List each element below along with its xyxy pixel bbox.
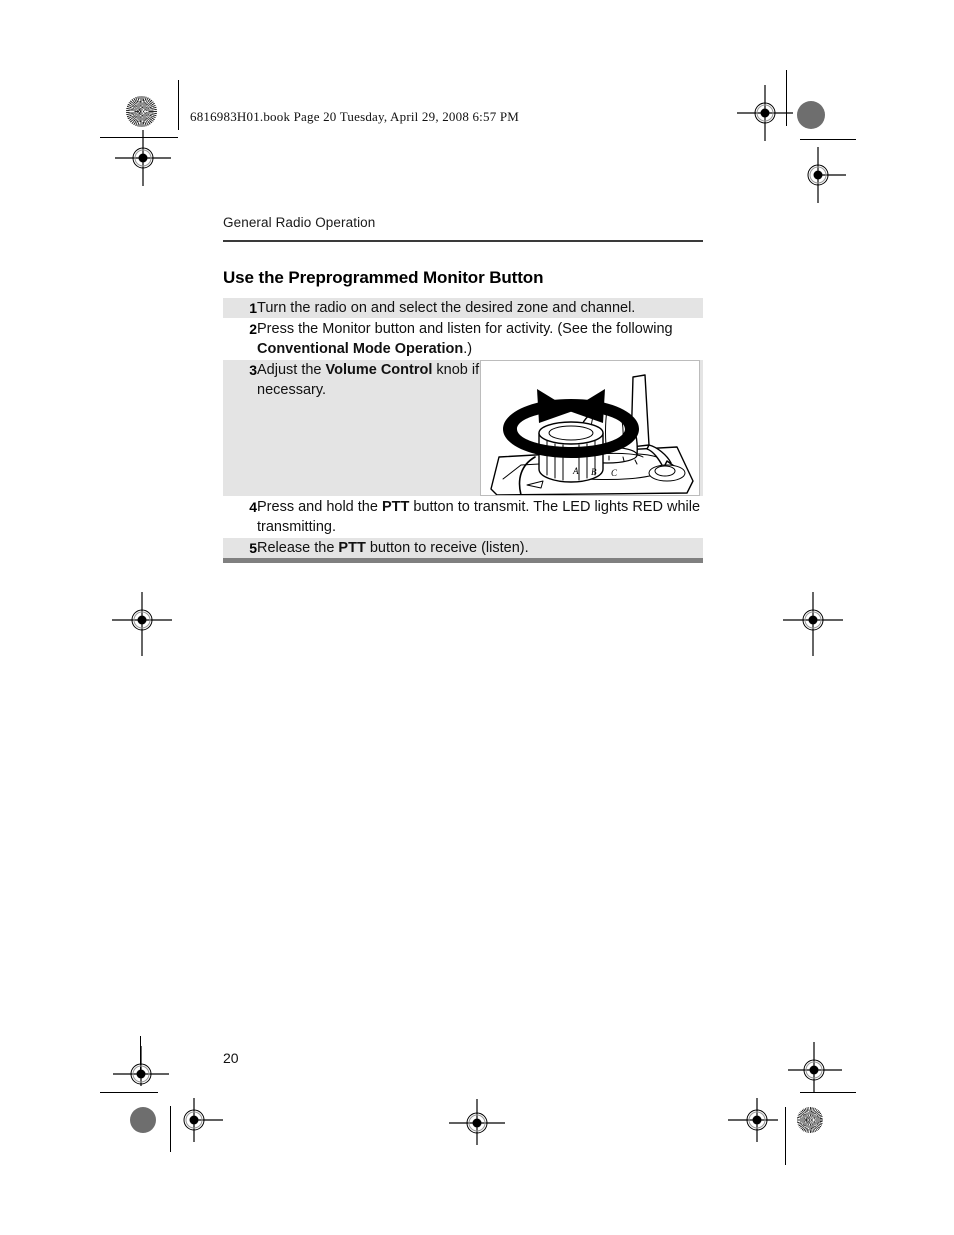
registration-target-bottom-left: [113, 1046, 169, 1086]
page-title: Use the Preprogrammed Monitor Button: [223, 268, 544, 287]
chassis-label-b: B: [591, 467, 597, 477]
procedure-step-row: 2 Press the Monitor button and listen for…: [223, 318, 703, 360]
step-number: 2: [223, 318, 257, 360]
radio-volume-knob-illustration: A B C: [480, 360, 700, 496]
star-target-patch-top-right: [797, 101, 825, 129]
crop-line-bottom-right-horizontal: [800, 1092, 856, 1093]
crop-line-bottom-right-vertical: [785, 1107, 786, 1165]
body-text: button to receive (listen).: [365, 540, 529, 556]
registration-target-top-left: [115, 130, 171, 186]
crop-line-bottom-left-vertical-lower: [170, 1106, 171, 1152]
crop-line-top-right-vertical: [786, 70, 787, 126]
registration-target-mid-left: [112, 592, 172, 656]
body-text: Press and hold the: [257, 499, 382, 515]
chassis-label-a: A: [572, 466, 579, 476]
registration-target-bottom-right-lower: [728, 1098, 778, 1142]
body-text: .): [463, 341, 473, 357]
book-slug-line: 6816983H01.book Page 20 Tuesday, April 2…: [190, 109, 520, 124]
body-text: Release the: [257, 540, 339, 556]
registration-target-bottom-center: [449, 1099, 505, 1145]
step-number: 5: [223, 537, 257, 558]
body-text: Turn the radio on and select the desired…: [257, 300, 636, 316]
chassis-label-c: C: [611, 468, 618, 478]
star-target-patch-bottom-right: [797, 1107, 823, 1133]
running-head-rule: [223, 240, 703, 242]
procedure-step-row: 3 Adjust the Volume Control knob if neces…: [223, 359, 703, 497]
body-text: Adjust the: [257, 362, 326, 378]
procedure-step-row: 4 Press and hold the PTT button to transm…: [223, 496, 703, 538]
procedure-step-row: 1 Turn the radio on and select the desire…: [223, 298, 703, 319]
crop-line-bottom-left-horizontal: [100, 1092, 158, 1093]
body-text: Press the Monitor button and listen for …: [257, 321, 673, 337]
registration-target-top-right-inner: [807, 147, 846, 203]
crop-line-top-right-horizontal: [800, 139, 856, 140]
emphasis-text: Conventional Mode Operation: [257, 341, 464, 357]
step-instruction: Release the PTT button to receive (liste…: [257, 537, 703, 558]
procedure-table-bottom-rule: [223, 558, 703, 563]
star-target-patch-bottom-left: [130, 1107, 156, 1133]
page-content: General Radio Operation Use the Preprogr…: [223, 215, 703, 563]
step-number: 4: [223, 496, 257, 538]
star-target-patch-top-left: [126, 96, 157, 127]
print-marks-layer: [0, 0, 954, 1235]
step-instruction: Adjust the Volume Control knob if necess…: [257, 359, 480, 497]
emphasis-text: PTT: [338, 540, 366, 556]
registration-target-bottom-right-upper: [788, 1042, 842, 1092]
running-head: General Radio Operation: [223, 215, 376, 230]
emphasis-text: Volume Control: [325, 362, 433, 378]
step-illustration-cell: A B C: [480, 359, 703, 497]
crop-line-bottom-left-vertical: [140, 1036, 141, 1074]
emphasis-text: PTT: [381, 499, 410, 515]
crop-line-top-left-vertical: [178, 80, 179, 130]
step-instruction: Press and hold the PTT button to transmi…: [257, 496, 703, 538]
registration-target-mid-right: [783, 592, 843, 656]
registration-target-bottom-left-lower: [183, 1098, 223, 1142]
step-instruction: Press the Monitor button and listen for …: [257, 318, 703, 360]
procedure-table: 1 Turn the radio on and select the desire…: [223, 298, 703, 558]
step-number: 3: [223, 359, 257, 497]
step-instruction: Turn the radio on and select the desired…: [257, 298, 703, 319]
step-number: 1: [249, 300, 257, 316]
registration-target-top-right-outer: [737, 85, 793, 141]
page-number: 20: [223, 1050, 239, 1066]
crop-line-left-horizontal-upper: [100, 137, 178, 138]
procedure-step-row: 5 Release the PTT button to receive (list…: [223, 537, 703, 558]
